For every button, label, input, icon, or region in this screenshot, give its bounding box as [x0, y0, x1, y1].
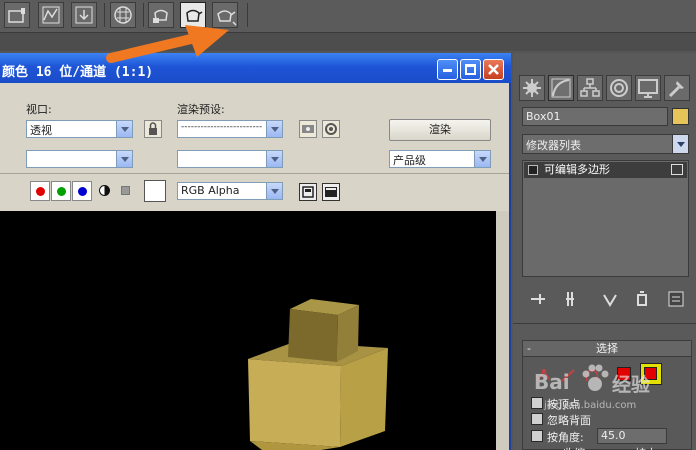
render-quality-value: 产品级 [393, 154, 426, 167]
watermark-url: jingyan.baidu.com [544, 400, 637, 411]
lock-icon[interactable] [144, 120, 162, 138]
watermark-brand: Bai [534, 370, 570, 394]
modifier-list-select[interactable]: 修改器列表 [522, 134, 689, 154]
show-end-result-icon[interactable] [560, 289, 580, 309]
red-dot-icon [36, 187, 45, 196]
schematic-view-icon[interactable] [71, 2, 97, 28]
chevron-down-icon [266, 121, 282, 137]
expand-icon[interactable] [528, 165, 538, 175]
rendered-box-model [248, 299, 388, 450]
monochrome-icon[interactable] [121, 186, 130, 195]
render-button[interactable]: 渲染 [389, 119, 491, 141]
render-setup-icon[interactable] [299, 120, 317, 138]
utilities-tab-icon[interactable] [664, 75, 690, 101]
viewport-value: 透视 [30, 124, 52, 137]
selection-rollout-header[interactable]: - 选择 [523, 341, 691, 357]
render-preset-label: 渲染预设: [177, 103, 225, 116]
preset-secondary-select[interactable] [177, 150, 283, 168]
chevron-down-icon [266, 183, 282, 199]
green-dot-icon [57, 187, 66, 196]
shrink-button[interactable]: 收缩 [563, 445, 585, 450]
vertical-scrollbar[interactable] [496, 211, 509, 450]
close-button[interactable] [483, 59, 504, 80]
render-preset-value: ------------------------- [181, 122, 263, 132]
selection-rollout-title: 选择 [596, 342, 618, 355]
viewport-area-select[interactable] [26, 150, 133, 168]
modify-tab-icon[interactable] [548, 75, 574, 101]
stack-item-label: 可编辑多边形 [544, 163, 610, 176]
alpha-channel-icon[interactable] [99, 185, 110, 196]
panel-divider [513, 323, 696, 324]
minimize-button[interactable] [437, 59, 458, 80]
chevron-down-icon [266, 151, 282, 167]
toolbar-separator [247, 3, 248, 27]
angle-spinner[interactable]: 45.0 [597, 428, 667, 444]
chevron-down-icon [116, 121, 132, 137]
curve-editor-icon[interactable] [38, 2, 64, 28]
toggle-ui-overlay-icon[interactable] [299, 183, 317, 201]
red-channel-button[interactable] [30, 181, 50, 201]
create-tab-icon[interactable] [519, 75, 545, 101]
toggle-display-icon[interactable] [322, 183, 340, 201]
angle-value: 45.0 [601, 429, 626, 442]
by-angle-label: 按角度: [547, 431, 584, 444]
baidu-watermark: Bai 经验 jingyan.baidu.com [534, 362, 662, 418]
configure-sets-icon[interactable] [666, 289, 686, 309]
object-name-field[interactable]: Box01 [522, 107, 668, 126]
render-window-body: 视口: 透视 渲染预设: ------------------------- 渲… [0, 83, 509, 450]
viewport-label: 视口: [26, 103, 52, 116]
command-panel-tabs [519, 75, 691, 103]
collapse-icon: - [527, 342, 531, 355]
layer-icon[interactable] [4, 2, 30, 28]
stack-toolbar [522, 289, 689, 311]
app-screen: 颜色 16 位/通道 (1:1) 视口: 透视 渲染预设: ----------… [0, 0, 696, 450]
motion-tab-icon[interactable] [606, 75, 632, 101]
viewport-select[interactable]: 透视 [26, 120, 133, 138]
render-frame-window: 颜色 16 位/通道 (1:1) 视口: 透视 渲染预设: ----------… [0, 53, 511, 450]
modifier-stack: 可编辑多边形 [522, 160, 689, 277]
watermark-suffix: 经验 [612, 374, 651, 396]
pin-stack-icon[interactable] [528, 289, 548, 309]
channel-display-select[interactable]: RGB Alpha [177, 182, 283, 200]
hierarchy-tab-icon[interactable] [577, 75, 603, 101]
chevron-down-icon [116, 151, 132, 167]
by-angle-checkbox[interactable] [531, 430, 543, 442]
paw-logo-icon [582, 364, 609, 391]
rendered-image-area[interactable] [0, 211, 496, 450]
toolbar-divider [0, 173, 509, 174]
annotation-arrow [106, 25, 229, 63]
green-channel-button[interactable] [51, 181, 71, 201]
blue-channel-button[interactable] [72, 181, 92, 201]
render-quality-select[interactable]: 产品级 [389, 150, 491, 168]
poly-object-icon [671, 164, 683, 175]
display-tab-icon[interactable] [635, 75, 661, 101]
maximize-button[interactable] [460, 59, 481, 80]
make-unique-icon[interactable] [600, 289, 620, 309]
modifier-list-label: 修改器列表 [526, 139, 581, 152]
remove-modifier-icon[interactable] [632, 289, 652, 309]
object-color-swatch[interactable] [672, 108, 689, 125]
render-preset-select[interactable]: ------------------------- [177, 120, 283, 138]
window-titlebar[interactable]: 颜色 16 位/通道 (1:1) [0, 53, 511, 83]
chevron-down-icon [672, 135, 688, 153]
environment-icon[interactable] [322, 120, 340, 138]
background-color-swatch[interactable] [144, 180, 166, 202]
modifier-stack-item[interactable]: 可编辑多边形 [524, 162, 687, 178]
grow-button[interactable]: 扩大 [635, 445, 657, 450]
blue-dot-icon [78, 187, 87, 196]
channel-display-value: RGB Alpha [181, 184, 240, 197]
chevron-down-icon [474, 151, 490, 167]
